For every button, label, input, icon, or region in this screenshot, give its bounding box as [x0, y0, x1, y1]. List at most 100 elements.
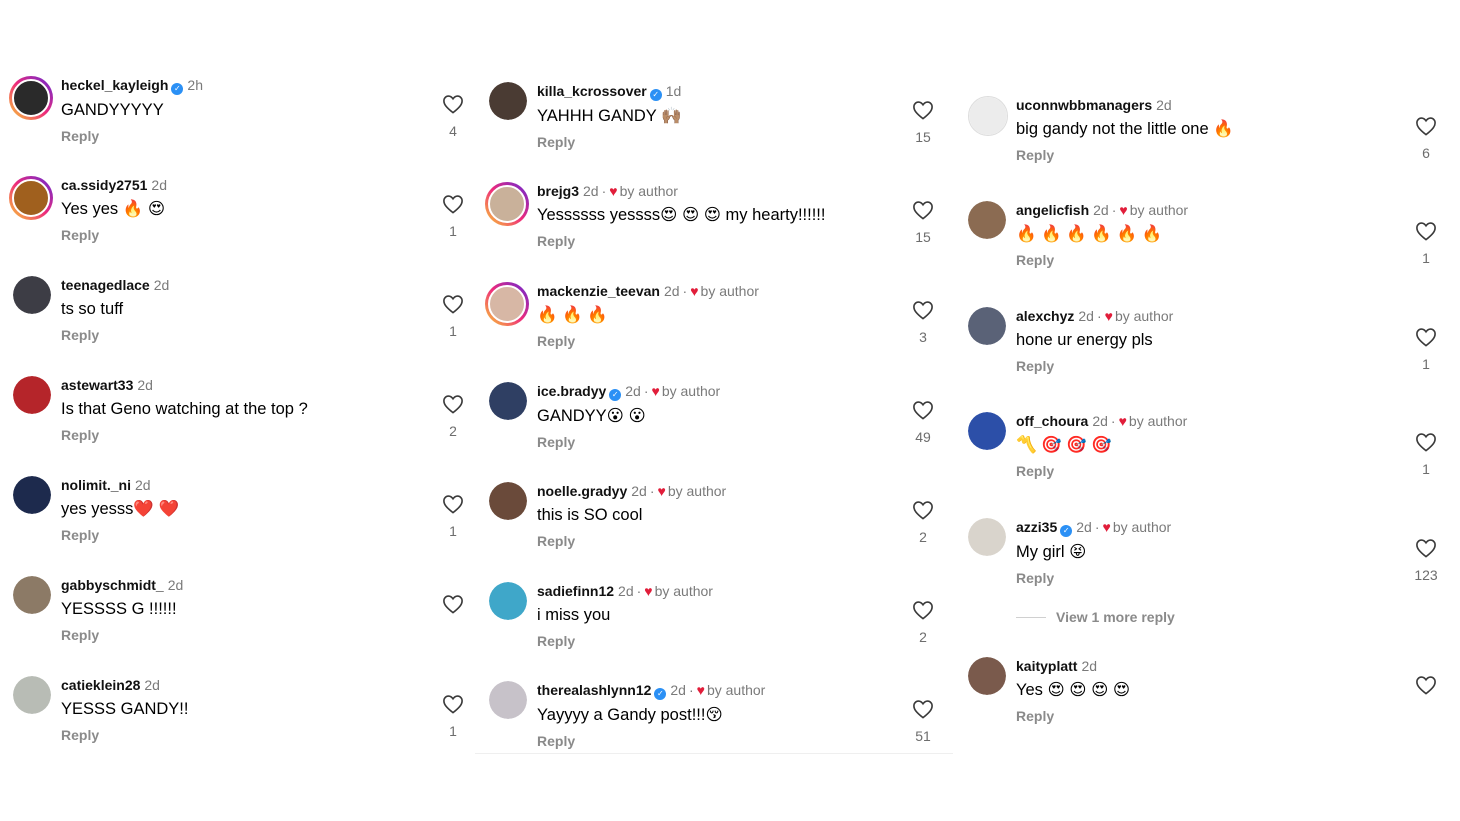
like-heart-icon[interactable]	[442, 394, 464, 414]
like-heart-icon[interactable]	[1415, 221, 1437, 241]
timestamp: 2d	[1093, 202, 1109, 218]
reply-button[interactable]: Reply	[1016, 570, 1171, 586]
by-author-label: by author	[1114, 308, 1174, 324]
avatar[interactable]	[9, 176, 53, 220]
comment-text: GANDYY😮 😮	[537, 407, 646, 425]
like-heart-icon[interactable]	[912, 699, 934, 719]
like-heart-icon[interactable]	[1415, 432, 1437, 452]
timestamp: 2d	[583, 183, 599, 199]
avatar[interactable]	[489, 681, 527, 719]
reply-button[interactable]: Reply	[1016, 463, 1187, 479]
like-heart-icon[interactable]	[912, 100, 934, 120]
username[interactable]: noelle.gradyy	[537, 483, 627, 499]
reply-button[interactable]: Reply	[61, 527, 179, 543]
username[interactable]: ca.ssidy2751	[61, 177, 147, 193]
username[interactable]: astewart33	[61, 377, 133, 393]
reply-button[interactable]: Reply	[537, 533, 726, 549]
avatar[interactable]	[489, 382, 527, 420]
reply-button[interactable]: Reply	[61, 627, 183, 643]
username[interactable]: teenagedlace	[61, 277, 150, 293]
reply-button[interactable]: Reply	[1016, 147, 1234, 163]
reply-button[interactable]: Reply	[1016, 252, 1188, 268]
avatar[interactable]	[968, 412, 1006, 450]
view-more-replies-button[interactable]: View 1 more reply	[1016, 609, 1175, 625]
username[interactable]: kaityplatt	[1016, 658, 1077, 674]
username[interactable]: mackenzie_teevan	[537, 283, 660, 299]
like-heart-icon[interactable]	[912, 200, 934, 220]
username[interactable]: therealashlynn12	[537, 682, 651, 698]
reply-button[interactable]: Reply	[537, 434, 720, 450]
username[interactable]: catieklein28	[61, 677, 140, 693]
reply-button[interactable]: Reply	[537, 633, 713, 649]
username[interactable]: gabbyschmidt_	[61, 577, 164, 593]
timestamp: 2d	[1092, 413, 1108, 429]
like-count: 123	[1414, 567, 1438, 583]
comment-text: Is that Geno watching at the top ?	[61, 400, 308, 418]
like-heart-icon[interactable]	[1415, 675, 1437, 695]
avatar[interactable]	[489, 482, 527, 520]
like-heart-icon[interactable]	[912, 300, 934, 320]
like-heart-icon[interactable]	[912, 500, 934, 520]
like-heart-icon[interactable]	[442, 694, 464, 714]
like-heart-icon[interactable]	[1415, 327, 1437, 347]
like-heart-icon[interactable]	[912, 400, 934, 420]
reply-button[interactable]: Reply	[537, 733, 765, 749]
username[interactable]: sadiefinn12	[537, 583, 614, 599]
comment-text: GANDYYYYY	[61, 101, 164, 119]
reply-button[interactable]: Reply	[61, 128, 203, 144]
like-count: 4	[449, 123, 457, 139]
like-count: 1	[449, 523, 457, 539]
reply-button[interactable]: Reply	[537, 333, 759, 349]
reply-button[interactable]: Reply	[1016, 358, 1173, 374]
username[interactable]: killa_kcrossover	[537, 83, 647, 99]
reply-button[interactable]: Reply	[61, 727, 188, 743]
comment-text: My girl 😝	[1016, 543, 1087, 561]
like-heart-icon[interactable]	[442, 194, 464, 214]
username[interactable]: nolimit._ni	[61, 477, 131, 493]
reply-button[interactable]: Reply	[1016, 708, 1130, 724]
avatar[interactable]	[968, 201, 1006, 239]
reply-button[interactable]: Reply	[537, 233, 825, 249]
avatar[interactable]	[968, 96, 1008, 136]
avatar[interactable]	[13, 676, 51, 714]
avatar[interactable]	[13, 376, 51, 414]
timestamp: 2d	[144, 677, 160, 693]
reply-button[interactable]: Reply	[61, 427, 308, 443]
like-count: 1	[1422, 461, 1430, 477]
timestamp: 2d	[137, 377, 153, 393]
reply-button[interactable]: Reply	[61, 227, 167, 243]
username[interactable]: uconnwbbmanagers	[1016, 97, 1152, 113]
like-heart-icon[interactable]	[442, 294, 464, 314]
comment-text: Yes 😍 😍 😍 😍	[1016, 681, 1131, 699]
avatar[interactable]	[485, 182, 529, 226]
avatar[interactable]	[489, 82, 527, 120]
username[interactable]: heckel_kayleigh	[61, 77, 168, 93]
like-heart-icon[interactable]	[1415, 538, 1437, 558]
avatar[interactable]	[968, 518, 1006, 556]
author-heart-icon: ♥	[1104, 308, 1113, 324]
username[interactable]: ice.bradyy	[537, 383, 606, 399]
avatar[interactable]	[13, 276, 51, 314]
username[interactable]: azzi35	[1016, 519, 1057, 535]
like-count: 1	[449, 223, 457, 239]
like-heart-icon[interactable]	[442, 594, 464, 614]
like-heart-icon[interactable]	[442, 494, 464, 514]
avatar[interactable]	[9, 76, 53, 120]
username[interactable]: angelicfish	[1016, 202, 1089, 218]
username[interactable]: brejg3	[537, 183, 579, 199]
avatar[interactable]	[13, 576, 51, 614]
like-heart-icon[interactable]	[912, 600, 934, 620]
like-heart-icon[interactable]	[442, 94, 464, 114]
avatar[interactable]	[968, 657, 1006, 695]
avatar[interactable]	[489, 582, 527, 620]
avatar[interactable]	[485, 282, 529, 326]
like-count: 1	[1422, 250, 1430, 266]
avatar[interactable]	[13, 476, 51, 514]
like-heart-icon[interactable]	[1415, 116, 1437, 136]
avatar[interactable]	[968, 307, 1006, 345]
reply-button[interactable]: Reply	[61, 327, 169, 343]
reply-button[interactable]: Reply	[537, 134, 682, 150]
timestamp: 1d	[665, 83, 682, 99]
username[interactable]: alexchyz	[1016, 308, 1074, 324]
username[interactable]: off_choura	[1016, 413, 1088, 429]
